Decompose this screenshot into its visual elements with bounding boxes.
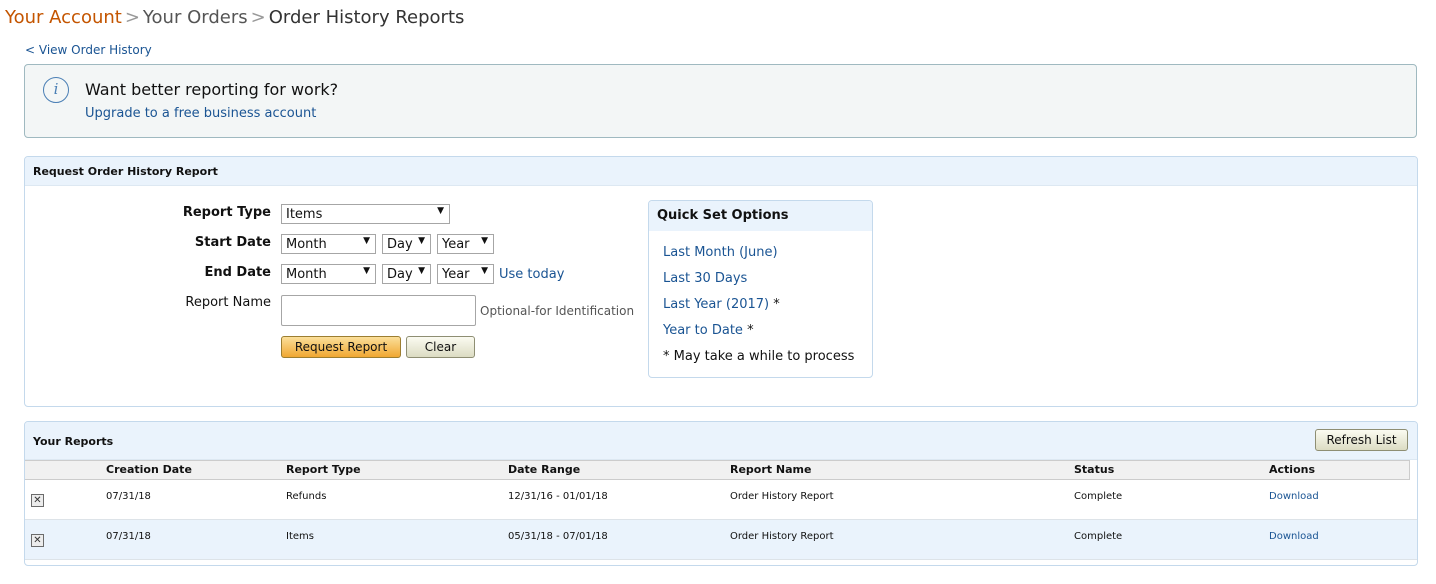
row-creation-date: 07/31/18 [106,531,151,542]
end-year-select[interactable]: Year ▼ [437,264,494,284]
breadcrumb-separator: > [250,7,266,28]
info-icon: i [43,77,69,103]
start-date-label: Start Date [194,235,271,250]
slow-process-asterisk: * [773,297,780,312]
delete-report-icon[interactable]: ✕ [31,494,44,507]
quick-set-options-box: Quick Set Options Last Month (June) Last… [648,200,873,378]
start-month-value: Month [286,237,327,252]
row-date-range: 12/31/16 - 01/01/18 [508,491,608,502]
row-date-range: 05/31/18 - 07/01/18 [508,531,608,542]
use-today-link[interactable]: Use today [499,267,564,282]
breadcrumb-your-account[interactable]: Your Account [5,7,122,28]
start-day-value: Day [387,237,413,252]
clear-button[interactable]: Clear [406,336,475,358]
end-month-select[interactable]: Month ▼ [281,264,376,284]
report-name-input[interactable] [281,295,476,326]
dropdown-arrow-icon: ▼ [363,266,370,276]
download-link[interactable]: Download [1269,531,1319,542]
column-header-report-type: Report Type [286,463,361,476]
report-type-select[interactable]: Items ▼ [281,204,450,224]
dropdown-arrow-icon: ▼ [481,266,488,276]
view-order-history-link[interactable]: < View Order History [25,43,152,57]
row-report-name: Order History Report [730,531,834,542]
column-header-date-range: Date Range [508,463,581,476]
row-creation-date: 07/31/18 [106,491,151,502]
report-type-value: Items [286,207,323,222]
your-reports-panel: Your Reports Refresh List Creation Date … [24,421,1418,566]
row-report-type: Refunds [286,491,327,502]
end-date-label: End Date [204,265,271,280]
report-name-label: Report Name [185,295,271,310]
end-year-value: Year [442,267,470,282]
end-day-select[interactable]: Day ▼ [382,264,431,284]
row-report-name: Order History Report [730,491,834,502]
row-status: Complete [1074,491,1123,502]
breadcrumb-your-orders[interactable]: Your Orders [143,7,248,28]
table-row: ✕ 07/31/18 Refunds 12/31/16 - 01/01/18 O… [25,480,1417,520]
quick-set-year-to-date-link[interactable]: Year to Date [663,323,743,338]
delete-report-icon[interactable]: ✕ [31,534,44,547]
report-name-hint: Optional-for Identification [480,304,635,318]
upgrade-business-account-link[interactable]: Upgrade to a free business account [85,106,316,121]
column-header-creation-date: Creation Date [106,463,192,476]
dropdown-arrow-icon: ▼ [418,266,425,276]
business-upsell-banner: i Want better reporting for work? Upgrad… [24,64,1417,138]
start-month-select[interactable]: Month ▼ [281,234,376,254]
request-report-panel: Request Order History Report Report Type… [24,156,1418,407]
report-type-label: Report Type [182,205,271,220]
end-day-value: Day [387,267,413,282]
start-day-select[interactable]: Day ▼ [382,234,431,254]
breadcrumb-current-page: Order History Reports [268,7,465,28]
row-report-type: Items [286,531,314,542]
start-year-value: Year [442,237,470,252]
upsell-title: Want better reporting for work? [85,80,339,99]
table-row: ✕ 07/31/18 Items 05/31/18 - 07/01/18 Ord… [25,520,1417,560]
quick-set-last-year-link[interactable]: Last Year (2017) [663,297,769,312]
dropdown-arrow-icon: ▼ [418,236,425,246]
request-report-button[interactable]: Request Report [281,336,401,358]
dropdown-arrow-icon: ▼ [437,206,444,216]
your-reports-panel-title: Your Reports [25,422,1417,460]
dropdown-arrow-icon: ▼ [363,236,370,246]
quick-set-last-30-days-link[interactable]: Last 30 Days [663,271,747,286]
reports-table-header: Creation Date Report Type Date Range Rep… [25,460,1410,480]
request-report-panel-title: Request Order History Report [25,157,1417,186]
dropdown-arrow-icon: ▼ [481,236,488,246]
slow-process-asterisk: * [747,323,754,338]
end-month-value: Month [286,267,327,282]
slow-process-note: * May take a while to process [663,349,855,364]
download-link[interactable]: Download [1269,491,1319,502]
refresh-list-button[interactable]: Refresh List [1315,429,1408,451]
breadcrumb-separator: > [124,7,140,28]
start-year-select[interactable]: Year ▼ [437,234,494,254]
breadcrumb: Your Account > Your Orders > Order History R… [5,7,464,28]
row-status: Complete [1074,531,1123,542]
column-header-actions: Actions [1269,463,1315,476]
quick-set-last-month-link[interactable]: Last Month (June) [663,245,778,260]
quick-set-options-title: Quick Set Options [649,201,872,231]
column-header-status: Status [1074,463,1115,476]
column-header-report-name: Report Name [730,463,812,476]
